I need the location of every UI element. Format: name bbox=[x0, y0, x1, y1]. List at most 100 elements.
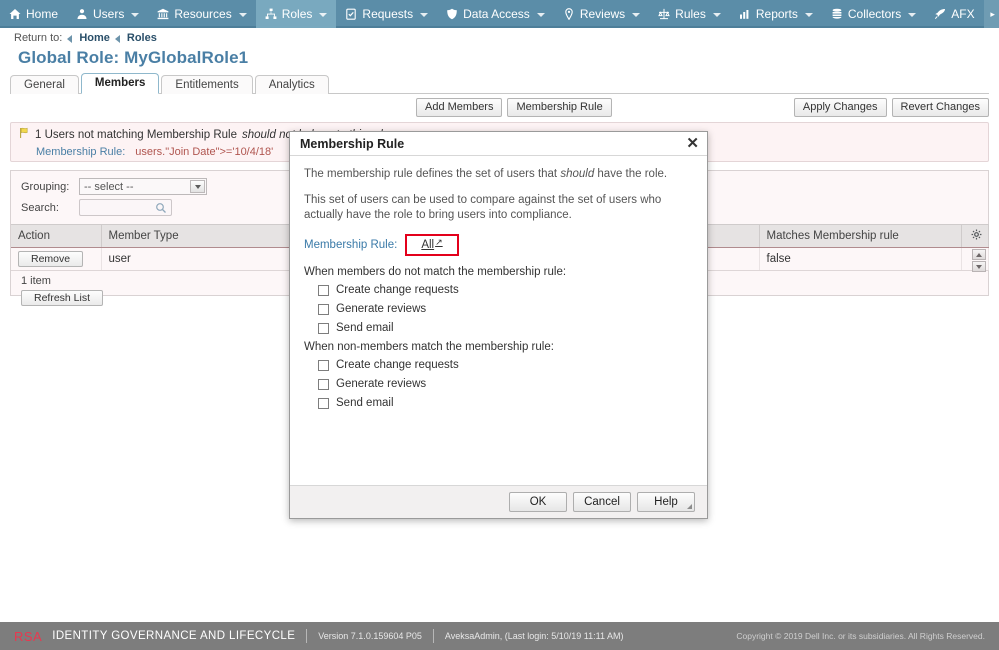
chevron-down-icon bbox=[420, 13, 428, 17]
option-create-change-requests-match[interactable]: Create change requests bbox=[304, 359, 693, 371]
column-header-matches[interactable]: Matches Membership rule bbox=[759, 225, 961, 248]
search-label: Search: bbox=[21, 202, 73, 214]
help-button[interactable]: Help bbox=[637, 492, 695, 512]
nav-overflow-arrow[interactable]: ▸ bbox=[984, 0, 999, 28]
breadcrumb: Return to: Home Roles bbox=[0, 30, 999, 46]
grid-scroll-controls bbox=[961, 248, 988, 271]
nav-item-requests[interactable]: Requests bbox=[336, 0, 437, 28]
dialog-header: Membership Rule ✕ bbox=[290, 132, 707, 156]
nav-item-collectors[interactable]: Collectors bbox=[822, 0, 925, 28]
membership-rule-value: All bbox=[421, 239, 434, 251]
nav-label: Requests bbox=[362, 7, 413, 21]
nav-item-rules[interactable]: Rules bbox=[649, 0, 730, 28]
logged-in-user: AveksaAdmin, (Last login: 5/10/19 11:11 … bbox=[445, 631, 624, 641]
chevron-down-icon bbox=[131, 13, 139, 17]
non-matching-members-title: When members do not match the membership… bbox=[304, 266, 693, 278]
nav-label: Collectors bbox=[848, 7, 901, 21]
tab-general[interactable]: General bbox=[10, 75, 79, 94]
nav-right-group: ▸ 9+ ? bbox=[984, 0, 999, 28]
rocket-icon bbox=[934, 8, 946, 20]
grouping-label: Grouping: bbox=[21, 181, 73, 193]
page-footer: RSA IDENTITY GOVERNANCE AND LIFECYCLE Ve… bbox=[0, 622, 999, 650]
chevron-down-icon bbox=[908, 13, 916, 17]
copyright-text: Copyright © 2019 Dell Inc. or its subsid… bbox=[736, 631, 985, 641]
checkbox[interactable] bbox=[318, 285, 329, 296]
back-arrow-icon bbox=[115, 35, 120, 43]
cancel-button[interactable]: Cancel bbox=[573, 492, 631, 512]
membership-rule-highlight: All↗ bbox=[405, 234, 458, 256]
breadcrumb-link-roles[interactable]: Roles bbox=[127, 32, 157, 44]
option-generate-reviews-nonmatch[interactable]: Generate reviews bbox=[304, 303, 693, 315]
grid-settings-gear[interactable] bbox=[961, 225, 988, 248]
tab-analytics[interactable]: Analytics bbox=[255, 75, 329, 94]
nav-item-reports[interactable]: Reports bbox=[730, 0, 822, 28]
page-title: Global Role: MyGlobalRole1 bbox=[18, 48, 248, 68]
magnifier-icon bbox=[155, 202, 167, 217]
revert-changes-button[interactable]: Revert Changes bbox=[892, 98, 990, 117]
checkbox[interactable] bbox=[318, 304, 329, 315]
nav-item-reviews[interactable]: Reviews bbox=[554, 0, 649, 28]
add-members-button[interactable]: Add Members bbox=[416, 98, 502, 117]
nav-item-users[interactable]: Users bbox=[67, 0, 148, 28]
dialog-paragraph-1: The membership rule defines the set of u… bbox=[304, 167, 693, 182]
divider bbox=[433, 629, 434, 643]
option-label: Create change requests bbox=[336, 284, 459, 296]
breadcrumb-link-home[interactable]: Home bbox=[79, 32, 110, 44]
checkbox[interactable] bbox=[318, 360, 329, 371]
nav-item-resources[interactable]: Resources bbox=[148, 0, 255, 28]
grouping-select[interactable]: -- select -- bbox=[79, 178, 207, 195]
column-header-action[interactable]: Action bbox=[11, 225, 101, 248]
tab-entitlements[interactable]: Entitlements bbox=[161, 75, 252, 94]
chart-icon bbox=[739, 8, 751, 20]
tab-bar: General Members Entitlements Analytics bbox=[10, 74, 989, 94]
membership-rule-button[interactable]: Membership Rule bbox=[507, 98, 611, 117]
option-send-email-nonmatch[interactable]: Send email bbox=[304, 322, 693, 334]
option-label: Send email bbox=[336, 397, 394, 409]
chevron-down-icon[interactable] bbox=[190, 180, 205, 193]
nav-item-home[interactable]: Home bbox=[0, 0, 67, 28]
apply-changes-button[interactable]: Apply Changes bbox=[794, 98, 887, 117]
flag-icon bbox=[19, 127, 30, 142]
tab-members[interactable]: Members bbox=[81, 73, 160, 94]
chevron-down-icon bbox=[239, 13, 247, 17]
chevron-down-icon[interactable] bbox=[972, 261, 986, 272]
option-label: Generate reviews bbox=[336, 378, 426, 390]
membership-rule-link[interactable]: All↗ bbox=[421, 239, 442, 251]
paragraph-1-italic: should bbox=[560, 168, 594, 180]
nav-item-data-access[interactable]: Data Access bbox=[437, 0, 554, 28]
option-create-change-requests-nonmatch[interactable]: Create change requests bbox=[304, 284, 693, 296]
nav-item-afx[interactable]: AFX bbox=[925, 0, 983, 28]
remove-button[interactable]: Remove bbox=[18, 251, 83, 267]
chevron-down-icon bbox=[319, 13, 327, 17]
nav-item-roles[interactable]: Roles bbox=[256, 0, 337, 28]
chevron-up-icon[interactable] bbox=[972, 249, 986, 260]
close-icon[interactable]: ✕ bbox=[686, 136, 699, 151]
breadcrumb-label: Return to: bbox=[14, 32, 62, 44]
main-navigation-bar: Home Users Resources Roles Requests Data… bbox=[0, 0, 999, 28]
users-icon bbox=[76, 8, 88, 20]
ok-button[interactable]: OK bbox=[509, 492, 567, 512]
checkbox[interactable] bbox=[318, 379, 329, 390]
option-send-email-match[interactable]: Send email bbox=[304, 397, 693, 409]
nav-label: AFX bbox=[951, 7, 974, 21]
option-generate-reviews-match[interactable]: Generate reviews bbox=[304, 378, 693, 390]
clipboard-icon bbox=[345, 8, 357, 20]
product-name: IDENTITY GOVERNANCE AND LIFECYCLE bbox=[52, 630, 295, 642]
nav-label: Reports bbox=[756, 7, 798, 21]
refresh-list-button[interactable]: Refresh List bbox=[21, 290, 103, 306]
hierarchy-icon bbox=[265, 8, 277, 20]
checkbox[interactable] bbox=[318, 323, 329, 334]
search-input[interactable] bbox=[79, 199, 172, 216]
option-label: Create change requests bbox=[336, 359, 459, 371]
rsa-logo: RSA bbox=[14, 629, 42, 644]
nav-label: Data Access bbox=[463, 7, 530, 21]
nav-label: Rules bbox=[675, 7, 706, 21]
option-label: Send email bbox=[336, 322, 394, 334]
warning-text: 1 Users not matching Membership Rule bbox=[35, 129, 237, 141]
bank-icon bbox=[157, 8, 169, 20]
checkbox[interactable] bbox=[318, 398, 329, 409]
paragraph-1-pre: The membership rule defines the set of u… bbox=[304, 168, 560, 180]
database-icon bbox=[831, 8, 843, 20]
rule-expression: users."Join Date">='10/4/18' bbox=[135, 146, 273, 158]
cell-matches-membership-rule: false bbox=[759, 248, 961, 271]
